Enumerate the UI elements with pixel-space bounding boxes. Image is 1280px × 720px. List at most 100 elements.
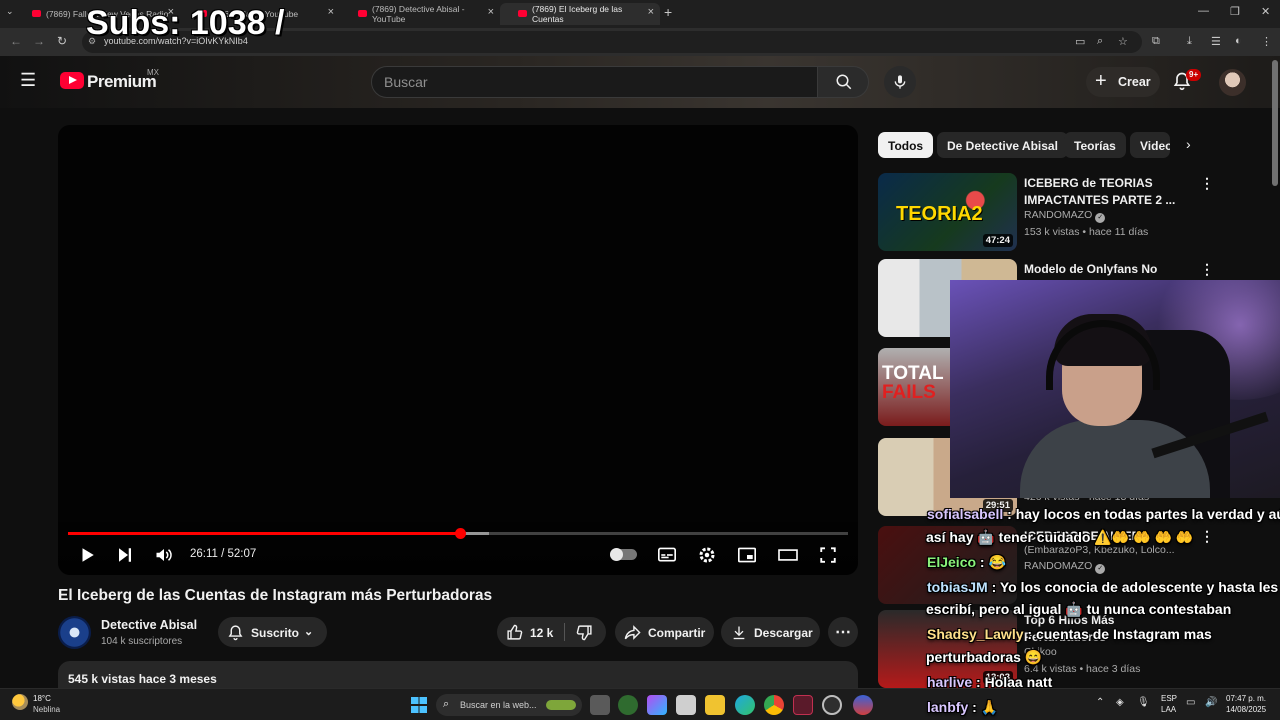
keyboard-language[interactable]: ESP [1161, 694, 1177, 703]
download-button[interactable]: Descargar [721, 617, 820, 647]
subscribed-button[interactable]: Suscrito ⌄ [218, 617, 327, 647]
forward-icon[interactable]: → [33, 34, 45, 48]
tab-close-icon[interactable]: × [328, 6, 334, 18]
tab-title: (7869) Detective Abisal - YouTube [372, 4, 465, 24]
tray-chevron-up-icon[interactable]: ⌃ [1096, 697, 1104, 708]
back-icon[interactable]: ← [10, 34, 22, 48]
more-actions-button[interactable]: ⋯ [828, 617, 858, 647]
chat-message: ElJeico : 😂 [927, 554, 1006, 570]
autoplay-toggle[interactable] [610, 548, 637, 561]
extensions-icon[interactable]: ⧉ [1152, 35, 1160, 48]
tab-close-icon[interactable]: × [648, 6, 654, 18]
notification-badge: 9+ [1186, 69, 1202, 81]
thumbs-down-icon[interactable] [576, 624, 593, 641]
channel-avatar[interactable] [58, 616, 91, 649]
create-button[interactable]: + Crear [1086, 67, 1160, 97]
chip-teorias[interactable]: Teorías [1064, 132, 1126, 158]
recommendation-title[interactable]: ICEBERG de TEORIAS IMPACTANTES PARTE 2 .… [1024, 175, 1184, 208]
logo-wordmark[interactable]: Premium [87, 72, 157, 92]
youtube-logo-icon[interactable] [60, 72, 84, 89]
app-icon[interactable] [618, 695, 638, 715]
browser-tab-active[interactable]: (7869) El Iceberg de las Cuentas × [500, 3, 660, 25]
tab-close-icon[interactable]: × [488, 6, 494, 18]
chip-todos[interactable]: Todos [878, 132, 934, 158]
volume-icon[interactable]: 🔊 [1205, 697, 1217, 708]
media-app-icon[interactable] [793, 695, 813, 715]
plus-icon: + [1095, 70, 1107, 92]
store-icon[interactable] [676, 695, 696, 715]
verified-check-icon: ✓ [1095, 213, 1106, 223]
clock-time[interactable]: 07:47 p. m. [1226, 694, 1266, 703]
settings-gear-icon[interactable] [698, 546, 716, 564]
progress-bar[interactable] [68, 528, 848, 539]
video-thumbnail[interactable]: TEORIA2 47:24 [878, 173, 1017, 251]
kebab-menu-icon[interactable]: ⋮ [1200, 528, 1214, 545]
search-box[interactable] [371, 66, 818, 98]
microphone-icon [894, 75, 906, 89]
recommendation-item[interactable]: TEORIA2 47:24 ICEBERG de TEORIAS IMPACTA… [878, 173, 1268, 253]
like-count[interactable]: 12 k [530, 626, 553, 640]
chip-video[interactable]: Video [1130, 132, 1170, 158]
copilot-icon[interactable] [647, 695, 667, 715]
like-dislike-group: 12 k [497, 617, 606, 647]
progress-played [68, 532, 460, 535]
play-icon[interactable] [78, 546, 96, 564]
minimize-icon[interactable]: — [1198, 5, 1209, 17]
tab-search-chevron-icon[interactable]: ⌄ [6, 6, 14, 17]
chrome-icon[interactable] [764, 695, 784, 715]
kebab-menu-icon[interactable]: ⋮ [1200, 175, 1214, 192]
share-button[interactable]: Compartir [615, 617, 714, 647]
close-window-icon[interactable]: ✕ [1261, 5, 1270, 18]
account-avatar[interactable] [1219, 69, 1246, 96]
progress-scrubber-handle[interactable] [454, 528, 466, 539]
browser-menu-icon[interactable]: ⋮ [1261, 35, 1272, 48]
windows-start-icon[interactable] [411, 697, 427, 713]
new-tab-icon[interactable]: + [664, 4, 672, 20]
profile-icon[interactable]: ◐ [1235, 35, 1242, 47]
voice-search-button[interactable] [884, 66, 916, 98]
search-button[interactable] [817, 66, 869, 98]
bookmark-star-icon[interactable]: ☆ [1118, 35, 1128, 48]
taskbar-search[interactable]: ⌕ Buscar en la web... [436, 694, 582, 716]
restore-icon[interactable]: ❐ [1230, 5, 1240, 18]
tray-mic-icon[interactable]: 🎙 [1137, 697, 1150, 708]
keyboard-layout[interactable]: LAA [1161, 705, 1176, 714]
country-code: MX [147, 68, 159, 77]
reading-list-icon[interactable]: ☰ [1211, 35, 1221, 48]
search-input[interactable] [384, 74, 804, 90]
theater-mode-icon[interactable] [777, 546, 799, 564]
download-icon[interactable]: ⤓ [1187, 35, 1192, 48]
bell-icon [228, 625, 243, 641]
volume-icon[interactable] [154, 546, 174, 564]
fullscreen-icon[interactable] [819, 546, 837, 564]
channel-name[interactable]: Detective Abisal [101, 618, 197, 632]
youtube-favicon-icon [518, 10, 527, 17]
thumbs-up-icon[interactable] [506, 624, 523, 641]
chat-message: lanbfy : 🙏 [927, 699, 999, 715]
browser-tab[interactable]: (7869) Detective Abisal - YouTube × [340, 3, 500, 25]
page-scrollbar[interactable] [1272, 60, 1278, 186]
file-explorer-icon[interactable] [705, 695, 725, 715]
task-view-icon[interactable] [590, 695, 610, 715]
network-icon[interactable]: ▭ [1186, 697, 1195, 708]
recommendation-meta: 153 k vistas • hace 11 días [1024, 226, 1149, 238]
kebab-menu-icon[interactable]: ⋮ [1200, 261, 1214, 278]
weather-icon[interactable] [12, 694, 28, 710]
video-player[interactable]: 26:11 / 52:07 [58, 125, 858, 575]
miniplayer-icon[interactable] [737, 546, 757, 564]
download-label: Descargar [754, 626, 813, 640]
obs-icon[interactable] [822, 695, 842, 715]
cast-icon[interactable]: ▭ [1075, 35, 1085, 48]
hamburger-menu-icon[interactable]: ☰ [20, 70, 36, 91]
tray-app-icon[interactable]: ◈ [1116, 697, 1124, 708]
next-icon[interactable] [116, 546, 134, 564]
clock-date[interactable]: 14/08/2025 [1226, 705, 1266, 714]
subscribed-label: Suscrito [251, 626, 300, 640]
subtitles-icon[interactable] [657, 546, 677, 564]
app-icon[interactable] [853, 695, 873, 715]
chevron-right-icon[interactable]: › [1186, 136, 1191, 152]
zoom-icon[interactable]: ⌕ [1097, 35, 1103, 48]
reload-icon[interactable]: ↻ [57, 34, 67, 48]
chip-detective-abisal[interactable]: De Detective Abisal [937, 132, 1068, 158]
edge-icon[interactable] [735, 695, 755, 715]
